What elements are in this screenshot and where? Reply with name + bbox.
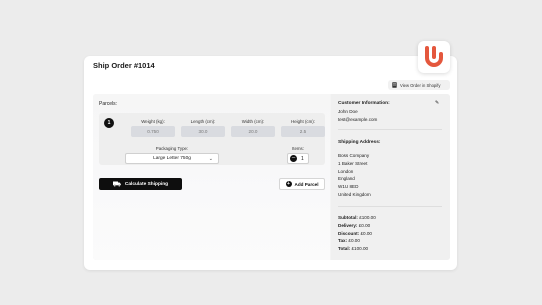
add-parcel-label: Add Parcel bbox=[294, 181, 319, 187]
packaging-type-value: Large Letter 750g bbox=[153, 156, 191, 161]
calculate-shipping-button[interactable]: Calculate Shipping bbox=[99, 178, 182, 190]
shipping-address-heading: Shipping Address: bbox=[338, 140, 381, 145]
view-in-shopify-label: View Order in Shopify bbox=[400, 82, 441, 88]
minus-icon[interactable]: – bbox=[290, 155, 297, 162]
parcels-section: Parcels: 1 Weight (kg): 0.750 Length (cm… bbox=[93, 94, 330, 260]
view-in-shopify-button[interactable]: View Order in Shopify bbox=[388, 80, 450, 90]
app-logo bbox=[418, 41, 450, 73]
discount-value: £0.00 bbox=[360, 230, 372, 236]
address-line: United Kingdom bbox=[338, 191, 371, 197]
tax-label: Tax: bbox=[338, 238, 348, 244]
height-input[interactable]: 2.5 bbox=[281, 126, 325, 137]
add-parcel-button[interactable]: + Add Parcel bbox=[279, 178, 325, 190]
tax-value: £0.00 bbox=[348, 238, 360, 244]
width-label: Width (cm): bbox=[241, 119, 265, 124]
plus-icon: + bbox=[285, 181, 292, 187]
delivery-label: Delivery: bbox=[338, 222, 358, 228]
parcel-number-badge: 1 bbox=[104, 118, 114, 128]
app-logo-icon bbox=[425, 46, 443, 67]
items-value: 1 bbox=[301, 155, 304, 162]
customer-email: test@example.com bbox=[338, 117, 378, 122]
customer-name: John Doe bbox=[338, 109, 358, 114]
parcels-label: Parcels: bbox=[99, 101, 118, 107]
tax-row: Tax: £0.00 bbox=[338, 237, 376, 245]
shipping-address: Boss Company 1 Baker Street London Engla… bbox=[338, 152, 371, 199]
parcel-card: 1 Weight (kg): 0.750 Length (cm): 30.0 W… bbox=[99, 113, 325, 165]
discount-label: Discount: bbox=[338, 230, 360, 236]
divider bbox=[338, 129, 442, 130]
discount-row: Discount: £0.00 bbox=[338, 230, 376, 238]
length-input[interactable]: 30.0 bbox=[181, 126, 225, 137]
customer-info-heading: Customer Information: bbox=[338, 101, 390, 106]
address-line: London bbox=[338, 168, 354, 174]
weight-input[interactable]: 0.750 bbox=[131, 126, 175, 137]
length-label: Length (cm): bbox=[190, 119, 216, 124]
subtotal-label: Subtotal: bbox=[338, 215, 358, 220]
weight-label: Weight (kg): bbox=[141, 119, 165, 124]
height-label: Height (cm): bbox=[291, 119, 315, 124]
truck-icon bbox=[112, 181, 121, 187]
total-row: Total: £100.00 bbox=[338, 245, 376, 253]
total-label: Total: bbox=[338, 246, 351, 252]
items-stepper[interactable]: – 1 bbox=[287, 153, 309, 164]
address-line: W1U 8ED bbox=[338, 184, 359, 190]
divider bbox=[338, 206, 442, 207]
width-input[interactable]: 20.0 bbox=[231, 126, 275, 137]
chevron-down-icon: ⌄ bbox=[208, 156, 213, 162]
calculate-shipping-label: Calculate Shipping bbox=[124, 181, 169, 187]
address-line: 1 Baker Street bbox=[338, 160, 368, 166]
packaging-type-label: Packaging Type: bbox=[155, 146, 189, 151]
packaging-type-select[interactable]: Large Letter 750g ⌄ bbox=[125, 153, 219, 164]
edit-pencil-icon[interactable]: ✎ bbox=[435, 100, 439, 106]
total-value: £100.00 bbox=[351, 246, 369, 252]
address-line: England bbox=[338, 176, 355, 182]
subtotal-row: Subtotal: £100.00 bbox=[338, 214, 376, 222]
document-icon bbox=[392, 82, 397, 88]
subtotal-value: £100.00 bbox=[359, 215, 376, 220]
page-title: Ship Order #1014 bbox=[93, 61, 155, 70]
items-label: Items: bbox=[292, 146, 304, 151]
address-line: Boss Company bbox=[338, 153, 370, 158]
delivery-value: £0.00 bbox=[358, 222, 371, 228]
delivery-row: Delivery: £0.00 bbox=[338, 222, 376, 230]
order-panel: Parcels: 1 Weight (kg): 0.750 Length (cm… bbox=[93, 94, 450, 260]
order-summary-section: Customer Information: ✎ John Doe test@ex… bbox=[331, 94, 450, 260]
order-totals: Subtotal: £100.00 Delivery: £0.00 Discou… bbox=[338, 214, 376, 253]
